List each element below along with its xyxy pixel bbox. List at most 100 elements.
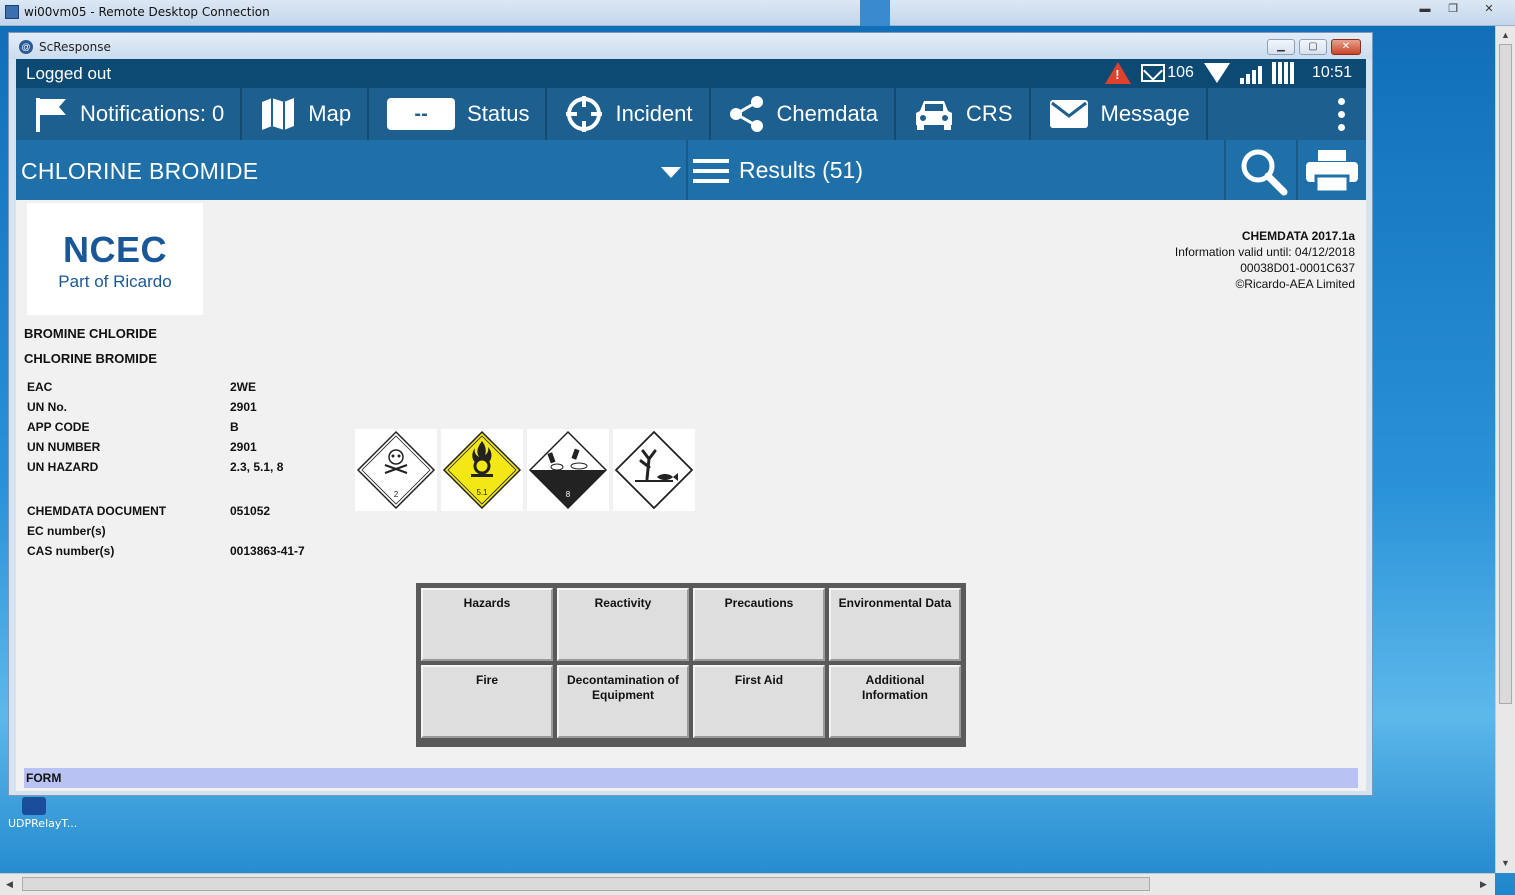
nav-status[interactable]: -- Status <box>369 88 548 140</box>
menu-icon <box>693 158 729 183</box>
minimize-button[interactable]: ▁ <box>1267 39 1295 55</box>
rdp-restore-button[interactable]: ❐ <box>1440 1 1466 17</box>
property-row: UN No. 2901 <box>27 400 347 416</box>
app-window-title: ScResponse <box>39 40 111 54</box>
property-row: APP CODE B <box>27 420 347 436</box>
horizontal-scroll-thumb[interactable] <box>22 877 1150 891</box>
property-value: 2901 <box>230 440 257 454</box>
property-row: CAS number(s) 0013863-41-7 <box>27 544 347 560</box>
app-content-area: Logged out ! 106 10:51 Notifications: 0 … <box>16 59 1366 791</box>
signal-strength-icon <box>1239 62 1262 84</box>
divider <box>1296 140 1298 200</box>
section-button-grid: Hazards Reactivity Precautions Environme… <box>416 583 966 747</box>
property-key: EC number(s) <box>27 524 106 538</box>
rdp-vertical-scrollbar[interactable]: ▲ ▼ <box>1495 26 1515 873</box>
main-nav-bar: Notifications: 0 Map -- Status Incident <box>16 88 1366 140</box>
precautions-button[interactable]: Precautions <box>693 588 825 661</box>
additional-information-button[interactable]: Additional Information <box>829 665 961 738</box>
incident-label: Incident <box>615 101 693 126</box>
desktop-shortcut-udprelay[interactable]: UDPRelayT... <box>8 797 78 830</box>
property-row: UN NUMBER 2901 <box>27 440 347 456</box>
shortcut-icon <box>22 797 46 815</box>
map-icon <box>262 98 295 130</box>
divider <box>1224 140 1226 200</box>
crs-label: CRS <box>966 101 1013 126</box>
warning-mark: ! <box>1115 67 1120 82</box>
scresponse-window: @ ScResponse ▁ ▢ ✕ Logged out ! 106 10:5… <box>8 32 1373 796</box>
print-icon[interactable] <box>1306 150 1358 192</box>
scroll-up-icon[interactable]: ▲ <box>1501 30 1510 40</box>
property-key: UN HAZARD <box>27 460 99 474</box>
share-icon <box>729 96 763 132</box>
notifications-label: Notifications: 0 <box>80 101 225 126</box>
toxic-gas-placard: 2 <box>355 429 437 511</box>
chevron-down-icon[interactable] <box>661 167 681 178</box>
hazards-button[interactable]: Hazards <box>421 588 553 661</box>
rdp-close-button[interactable]: ✕ <box>1476 1 1502 17</box>
placard-number: 2 <box>394 490 399 499</box>
decontamination-button[interactable]: Decontamination of Equipment <box>557 665 689 738</box>
search-icon[interactable] <box>1238 146 1288 196</box>
property-key: EAC <box>27 380 53 394</box>
reactivity-button[interactable]: Reactivity <box>557 588 689 661</box>
property-row: CHEMDATA DOCUMENT 051052 <box>27 504 347 520</box>
nav-message[interactable]: Message <box>1031 88 1208 140</box>
message-count: 106 <box>1167 64 1194 81</box>
envelope-icon <box>1049 100 1088 128</box>
environmental-data-button[interactable]: Environmental Data <box>829 588 961 661</box>
chemical-name-synonym: CHLORINE BROMIDE <box>24 351 157 366</box>
message-label: Message <box>1100 101 1190 126</box>
chemdata-document: NCEC Part of Ricardo CHEMDATA 2017.1a In… <box>16 200 1366 791</box>
ncec-logo: NCEC Part of Ricardo <box>27 203 203 315</box>
form-label-bar: FORM <box>24 768 1358 788</box>
rdp-minimize-button[interactable]: ▬ <box>1412 1 1438 17</box>
property-row: EAC 2WE <box>27 380 347 396</box>
map-label: Map <box>308 101 352 126</box>
divider <box>686 140 688 200</box>
status-bar: Logged out ! 106 10:51 <box>16 59 1366 88</box>
clock: 10:51 <box>1311 64 1352 81</box>
corrosive-placard: 8 <box>527 429 609 511</box>
first-aid-button[interactable]: First Aid <box>693 665 825 738</box>
rdp-horizontal-scrollbar[interactable]: ◀ ▶ <box>0 873 1495 895</box>
logo-main-text: NCEC <box>62 229 167 270</box>
scroll-right-icon[interactable]: ▶ <box>1480 879 1487 890</box>
battery-level-icon <box>1271 62 1294 84</box>
status-value-pill: -- <box>387 98 456 130</box>
warning-icon[interactable]: ! <box>1105 62 1132 84</box>
desktop-shortcut-label: UDPRelayT... <box>8 817 78 830</box>
login-status: Logged out <box>26 64 112 83</box>
status-indicators: ! 106 10:51 <box>1105 62 1352 84</box>
fire-button[interactable]: Fire <box>421 665 553 738</box>
valid-until: Information valid until: 04/12/2018 <box>1174 245 1355 259</box>
chemdata-version: CHEMDATA 2017.1a <box>1241 229 1355 243</box>
nav-crs[interactable]: CRS <box>896 88 1031 140</box>
property-value: B <box>230 420 239 434</box>
rdp-window-title: wi00vm05 - Remote Desktop Connection <box>24 5 270 19</box>
app-logo-icon: @ <box>19 40 33 54</box>
nav-notifications[interactable]: Notifications: 0 <box>16 88 243 140</box>
messages-indicator[interactable]: 106 <box>1141 64 1194 82</box>
results-button[interactable]: Results (51) <box>693 157 863 184</box>
placard-number: 8 <box>566 490 571 499</box>
rdp-title-strip <box>860 0 890 26</box>
status-label: Status <box>467 101 530 126</box>
maximize-button[interactable]: ▢ <box>1299 39 1327 55</box>
vertical-scroll-thumb[interactable] <box>1499 44 1512 704</box>
scroll-left-icon[interactable]: ◀ <box>6 879 13 890</box>
more-options-icon[interactable] <box>1338 98 1346 131</box>
nav-map[interactable]: Map <box>242 88 370 140</box>
rdp-title-bar: wi00vm05 - Remote Desktop Connection ▬ ❐… <box>0 0 1515 26</box>
chemical-name-primary: BROMINE CHLORIDE <box>24 326 157 341</box>
car-icon <box>916 101 953 130</box>
scroll-down-icon[interactable]: ▼ <box>1501 858 1510 868</box>
selected-chemical-name[interactable]: CHLORINE BROMIDE <box>21 158 258 185</box>
close-button[interactable]: ✕ <box>1331 39 1361 55</box>
nav-incident[interactable]: Incident <box>547 88 711 140</box>
logo-sub-text: Part of Ricardo <box>58 272 172 291</box>
wifi-icon <box>1203 63 1230 83</box>
rdp-app-icon <box>5 5 19 19</box>
nav-chemdata[interactable]: Chemdata <box>711 88 897 140</box>
property-key: APP CODE <box>27 420 90 434</box>
record-id: 00038D01-0001C637 <box>1240 261 1355 275</box>
